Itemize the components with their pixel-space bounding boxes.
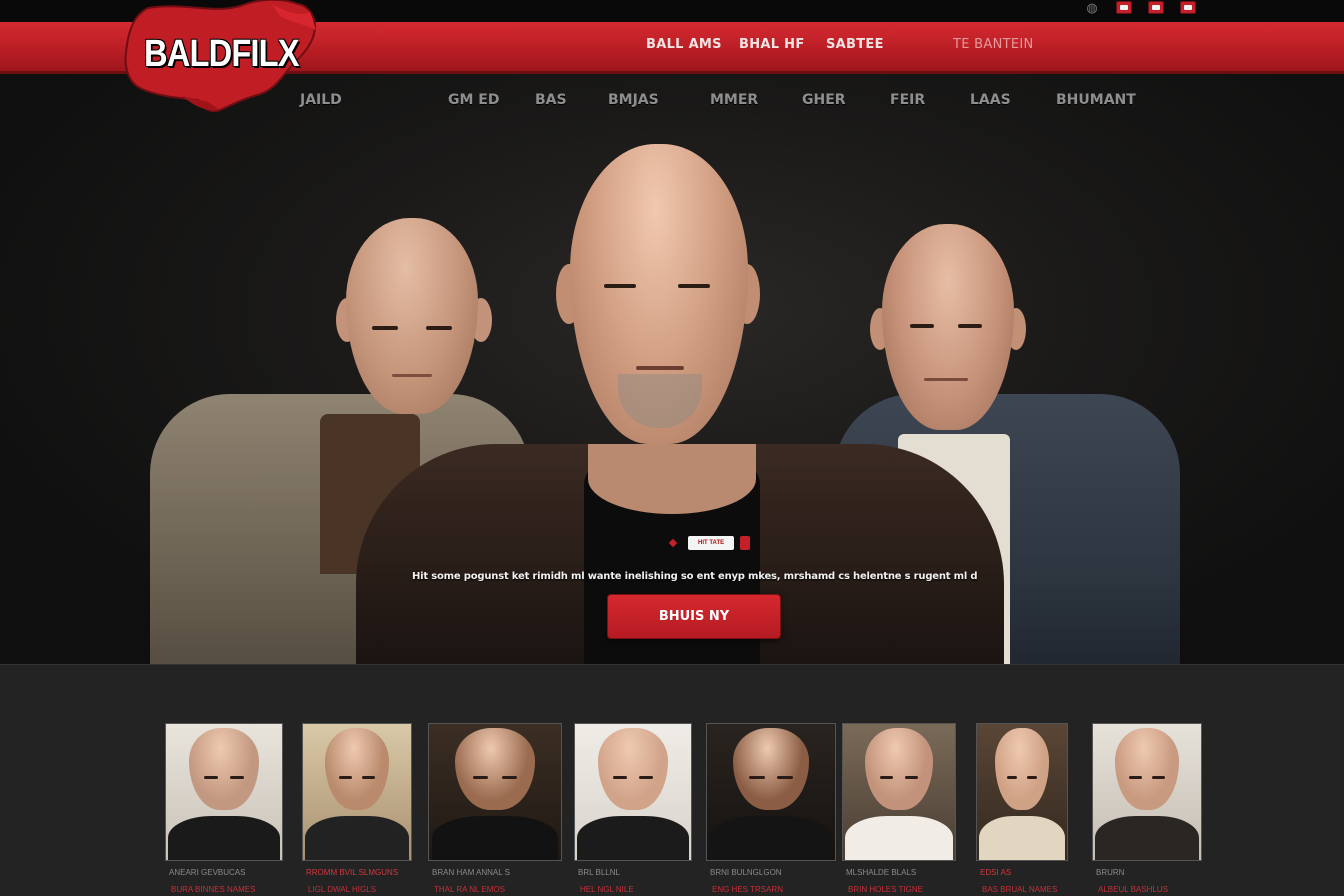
gallery-card-subtitle[interactable]: ENG HES TRSARN xyxy=(712,885,783,894)
chat-icon[interactable]: ◍ xyxy=(1084,0,1100,15)
header-nav-item-3[interactable]: SABTEE xyxy=(826,37,884,52)
gallery-card-title: RROMM BVIL SLMGUNS xyxy=(306,868,399,877)
photo-head xyxy=(189,728,259,810)
gallery-card-photo[interactable] xyxy=(302,723,412,861)
gallery-section: ANEARI GEVBUCAS BURA BINNES NAMES RROMM BV… xyxy=(0,664,1344,896)
photo-head xyxy=(598,728,668,810)
photo-eye xyxy=(613,775,628,779)
gallery-card-subtitle[interactable]: BRIN HOLES TIGNE xyxy=(848,885,923,894)
gallery-card-title: BRNI BULNGLGON xyxy=(710,868,782,877)
photo-eye xyxy=(1026,775,1038,779)
play-icon[interactable] xyxy=(1180,1,1196,14)
hero-tagline: Hit some pogunst ket rimidh ml wante ine… xyxy=(412,571,978,582)
photo-eye xyxy=(229,775,244,779)
photo-eye xyxy=(338,775,352,779)
gallery-card-subtitle[interactable]: THAL RA NL EMOS xyxy=(434,885,505,894)
photo-eye xyxy=(204,775,219,779)
gallery-card-photo[interactable] xyxy=(574,723,692,861)
gallery-card-photo[interactable] xyxy=(842,723,956,861)
logo-wordmark: BALDFILX xyxy=(144,33,300,75)
badge-diamond-icon xyxy=(668,538,678,548)
photo-eye xyxy=(777,775,793,779)
gallery-card-subtitle[interactable]: BURA BINNES NAMES xyxy=(171,885,255,894)
hero-badge: HIT TATE xyxy=(668,536,751,550)
gallery-card-title: BRAN HAM ANNAL S xyxy=(432,868,510,877)
flag-icon[interactable] xyxy=(1148,1,1164,14)
photo-head xyxy=(455,728,535,810)
subnav-item-9[interactable]: BHUMANT xyxy=(1056,92,1136,108)
video-icon[interactable] xyxy=(1116,1,1132,14)
gallery-card-photo[interactable] xyxy=(706,723,836,861)
photo-eye xyxy=(904,775,919,779)
header-nav-item-2[interactable]: BHAL HF xyxy=(739,37,805,52)
gallery-card-subtitle[interactable]: LIGL DWAL HIGLS xyxy=(308,885,376,894)
gallery-card-title: MLSHALDE BLALS xyxy=(846,868,917,877)
header-nav-item-1[interactable]: BALL AMS xyxy=(646,37,722,52)
photo-shoulders xyxy=(1095,815,1199,860)
gallery-card-title: BRL BLLNL xyxy=(578,868,620,877)
photo-shoulders xyxy=(709,815,833,860)
subnav-item-3[interactable]: BAS xyxy=(535,92,567,108)
gallery-card-photo[interactable] xyxy=(1092,723,1202,861)
subnav-item-2[interactable]: GM ED xyxy=(448,92,499,108)
photo-shoulders xyxy=(305,815,409,860)
gallery-card-title: EDSI AS xyxy=(980,868,1012,877)
gallery-card-photo[interactable] xyxy=(976,723,1068,861)
top-icon-group: ◍ xyxy=(1084,0,1196,15)
subnav-item-4[interactable]: BMJAS xyxy=(608,92,659,108)
subnav-item-7[interactable]: FEIR xyxy=(890,92,925,108)
hero-cta-button[interactable]: BHUIS NY xyxy=(607,594,781,639)
gallery-card-title: ANEARI GEVBUCAS xyxy=(169,868,246,877)
icon-glyph xyxy=(1152,5,1160,10)
photo-shoulders xyxy=(845,815,953,860)
gallery-card-subtitle[interactable]: BAS BRUAL NAMES xyxy=(982,885,1057,894)
photo-eye xyxy=(501,775,518,779)
photo-head xyxy=(995,728,1049,810)
icon-glyph xyxy=(1184,5,1192,10)
subnav-item-5[interactable]: MMER xyxy=(710,92,758,108)
photo-eye xyxy=(362,775,376,779)
hero-person-center xyxy=(356,144,1004,664)
photo-eye xyxy=(1128,775,1142,779)
icon-glyph xyxy=(1120,5,1128,10)
badge-bookmark-icon[interactable] xyxy=(740,536,751,550)
photo-shoulders xyxy=(577,815,689,860)
photo-shoulders xyxy=(431,815,559,860)
brand-logo[interactable]: BALDFILX xyxy=(122,0,320,114)
photo-head xyxy=(865,728,933,810)
photo-eye xyxy=(879,775,894,779)
photo-shoulders xyxy=(978,815,1066,860)
photo-shoulders xyxy=(168,815,280,860)
badge-label: HIT TATE xyxy=(688,536,735,550)
gallery-card-subtitle[interactable]: HEL NGL NILE xyxy=(580,885,634,894)
photo-eye xyxy=(638,775,653,779)
gallery-card-photo[interactable] xyxy=(165,723,283,861)
photo-eye xyxy=(749,775,765,779)
photo-eye xyxy=(1006,775,1018,779)
gallery-card-photo[interactable] xyxy=(428,723,562,861)
photo-eye xyxy=(1152,775,1166,779)
gallery-card-title: BRURN xyxy=(1096,868,1125,877)
photo-eye xyxy=(472,775,489,779)
subnav-item-8[interactable]: LAAS xyxy=(970,92,1011,108)
header-nav-item-4[interactable]: TE BANTEIN xyxy=(953,37,1034,52)
gallery-card-subtitle[interactable]: ALBEUL BASHLUS xyxy=(1098,885,1168,894)
subnav-item-6[interactable]: GHER xyxy=(802,92,846,108)
